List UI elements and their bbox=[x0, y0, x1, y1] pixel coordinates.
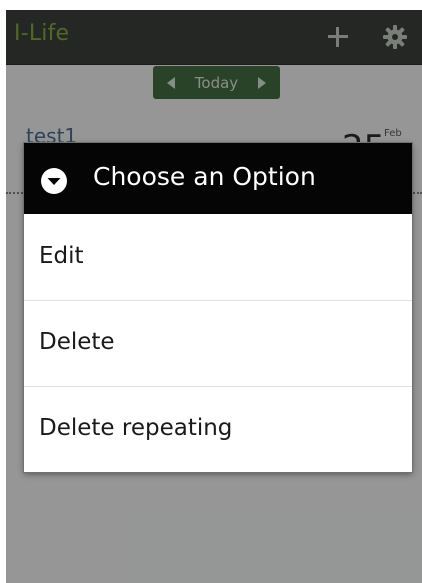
dialog-header: Choose an Option bbox=[24, 143, 412, 214]
chevron-down-circle-icon bbox=[41, 168, 67, 194]
delete-option-label: Delete bbox=[39, 329, 115, 355]
delete-repeating-option[interactable]: Delete repeating bbox=[24, 387, 412, 472]
dialog-title: Choose an Option bbox=[93, 162, 316, 191]
app-screen: I-Life Today test1 25 Feb bbox=[6, 10, 422, 583]
delete-repeating-option-label: Delete repeating bbox=[39, 415, 233, 441]
edit-option[interactable]: Edit bbox=[24, 215, 412, 301]
option-dialog: Choose an Option Edit Delete Delete repe… bbox=[24, 143, 412, 472]
delete-option[interactable]: Delete bbox=[24, 301, 412, 387]
edit-option-label: Edit bbox=[39, 243, 84, 269]
